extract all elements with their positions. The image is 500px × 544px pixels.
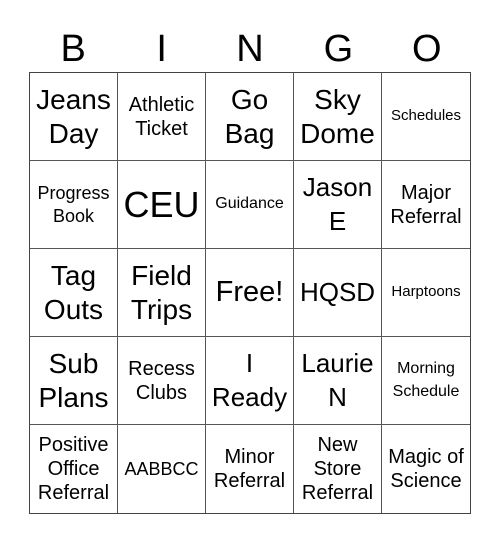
bingo-grid: Jeans Day Athletic Ticket Go Bag Sky Dome Sc… (29, 72, 471, 514)
header-letter-b: B (60, 28, 86, 70)
bingo-cell[interactable]: Progress Book (30, 161, 118, 249)
bingo-cell[interactable]: AABBCC (118, 425, 206, 513)
bingo-cell[interactable]: New Store Referral (294, 425, 382, 513)
bingo-cell[interactable]: I Ready (206, 337, 294, 425)
bingo-cell[interactable]: CEU (118, 161, 206, 249)
bingo-header: B I N G O (29, 26, 471, 72)
bingo-cell[interactable]: Athletic Ticket (118, 73, 206, 161)
bingo-cell[interactable]: Go Bag (206, 73, 294, 161)
header-letter-o: O (412, 28, 442, 70)
bingo-cell[interactable]: Jeans Day (30, 73, 118, 161)
bingo-cell[interactable]: Guidance (206, 161, 294, 249)
bingo-cell[interactable]: Recess Clubs (118, 337, 206, 425)
bingo-cell[interactable]: Harptoons (382, 249, 470, 337)
bingo-cell[interactable]: Field Trips (118, 249, 206, 337)
bingo-cell[interactable]: Laurie N (294, 337, 382, 425)
bingo-cell[interactable]: Major Referral (382, 161, 470, 249)
bingo-cell[interactable]: Jason E (294, 161, 382, 249)
header-letter-n: N (236, 28, 264, 70)
bingo-cell[interactable]: Morning Schedule (382, 337, 470, 425)
header-letter-i: I (156, 28, 167, 70)
bingo-cell[interactable]: Minor Referral (206, 425, 294, 513)
bingo-cell[interactable]: Tag Outs (30, 249, 118, 337)
bingo-cell[interactable]: Magic of Science (382, 425, 470, 513)
bingo-cell[interactable]: Sky Dome (294, 73, 382, 161)
bingo-cell[interactable]: HQSD (294, 249, 382, 337)
bingo-cell[interactable]: Schedules (382, 73, 470, 161)
header-letter-g: G (323, 28, 354, 70)
bingo-cell[interactable]: Sub Plans (30, 337, 118, 425)
free-space-cell[interactable]: Free! (206, 249, 294, 337)
bingo-cell[interactable]: Positive Office Referral (30, 425, 118, 513)
